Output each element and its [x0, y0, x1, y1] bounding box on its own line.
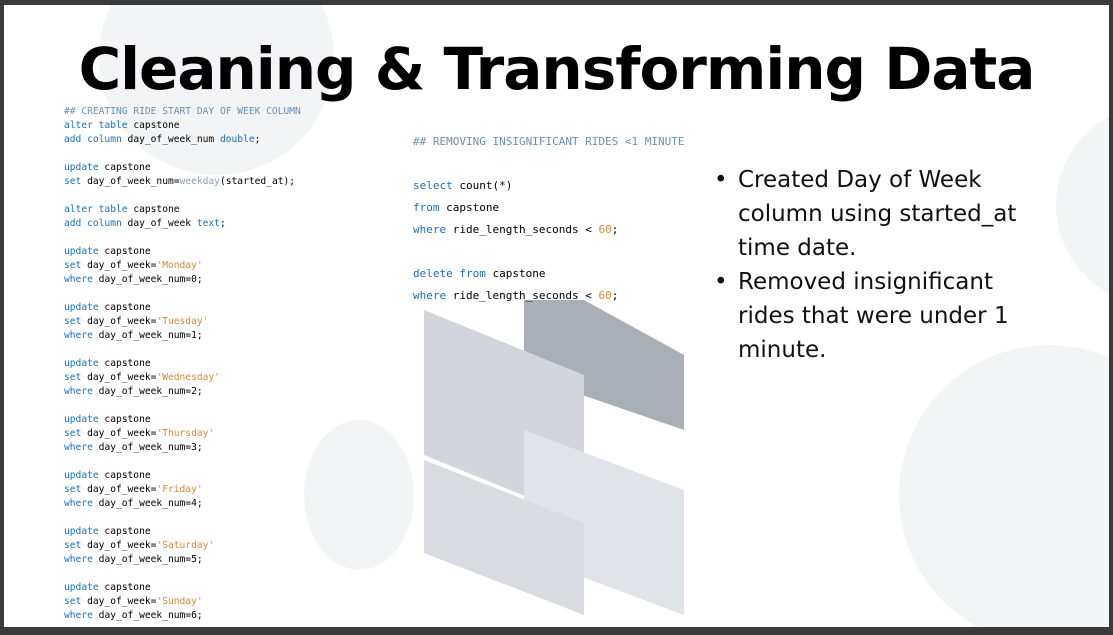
code-keyword: set — [64, 484, 82, 495]
deco-circle-center — [304, 420, 414, 570]
code-string: 'Friday' — [156, 484, 203, 495]
code-text: day_of_week_num=5; — [92, 554, 203, 565]
code-text: day_of_week_num=3; — [92, 442, 203, 453]
code-text: capstone — [439, 201, 500, 214]
code-text: ; — [611, 223, 619, 236]
code-text: capstone — [98, 414, 151, 425]
slide-title: Cleaning & Transforming Data — [78, 35, 1036, 103]
code-text: capstone — [98, 358, 151, 369]
code-number: 60 — [598, 289, 612, 302]
code-keyword: where — [64, 386, 93, 397]
deco-circle-right-top — [1056, 105, 1109, 305]
code-text: day_of_week= — [81, 484, 157, 495]
code-keyword: where — [413, 223, 447, 236]
code-keyword: update — [64, 582, 99, 593]
code-text: day_of_week_num=2; — [92, 386, 203, 397]
code-text: ; — [254, 134, 261, 145]
slide: Cleaning & Transforming Data ## CREATING… — [4, 5, 1109, 627]
code-keyword: alter table — [64, 120, 128, 131]
code-text: (started_at); — [219, 176, 296, 187]
code-keyword: alter table — [64, 204, 128, 215]
code-keyword: set — [64, 176, 82, 187]
code-keyword: update — [64, 414, 99, 425]
code-text: ; — [219, 218, 226, 229]
code-keyword: update — [64, 470, 99, 481]
code-keyword: where — [413, 289, 447, 302]
code-text: capstone — [98, 246, 151, 257]
code-keyword: where — [64, 610, 93, 621]
code-string: 'Thursday' — [156, 428, 215, 439]
code-text: day_of_week_num= — [81, 176, 180, 187]
code-text: capstone — [98, 582, 151, 593]
code-text: capstone — [485, 267, 546, 280]
code-keyword: set — [64, 428, 82, 439]
code-keyword: set — [64, 540, 82, 551]
code-text: capstone — [98, 470, 151, 481]
code-keyword: add column — [64, 218, 122, 229]
code-text: capstone — [127, 204, 180, 215]
code-text: day_of_week= — [81, 316, 157, 327]
code-text: capstone — [127, 120, 180, 131]
code-keyword: set — [64, 260, 82, 271]
code-keyword: set — [64, 596, 82, 607]
code-string: 'Tuesday' — [156, 316, 209, 327]
code-text: capstone — [98, 162, 151, 173]
code-keyword: where — [64, 442, 93, 453]
code-comment: ## CREATING RIDE START DAY OF WEEK COLUM… — [64, 106, 301, 117]
code-keyword: delete from — [413, 267, 486, 280]
code-text: day_of_week_num=4; — [92, 498, 203, 509]
code-text: day_of_week_num=1; — [92, 330, 203, 341]
code-text: ride_length_seconds < — [446, 289, 599, 302]
code-keyword: where — [64, 330, 93, 341]
bullet-item: Created Day of Week column using started… — [714, 163, 1044, 265]
code-block-remove-rides: ## REMOVING INSIGNIFICANT RIDES <1 MINUT… — [413, 131, 685, 307]
code-string: 'Wednesday' — [156, 372, 220, 383]
code-keyword: where — [64, 554, 93, 565]
code-keyword: add column — [64, 134, 122, 145]
code-function: weekday — [179, 176, 220, 187]
code-text: day_of_week= — [81, 372, 157, 383]
code-text: capstone — [98, 302, 151, 313]
code-keyword: set — [64, 316, 82, 327]
code-text: day_of_week_num=6; — [92, 610, 203, 621]
deco-circle-right-bottom — [899, 345, 1109, 627]
code-text: day_of_week= — [81, 596, 157, 607]
code-string: 'Saturday' — [156, 540, 215, 551]
code-text: day_of_week= — [81, 428, 157, 439]
code-text: count(*) — [452, 179, 513, 192]
code-text: ; — [611, 289, 619, 302]
code-block-day-of-week: ## CREATING RIDE START DAY OF WEEK COLUM… — [64, 105, 301, 623]
code-number: 60 — [598, 223, 612, 236]
code-text: day_of_week= — [81, 540, 157, 551]
code-keyword: where — [64, 498, 93, 509]
code-text: day_of_week_num=0; — [92, 274, 203, 285]
code-text: day_of_week_num — [121, 134, 220, 145]
code-keyword: from — [413, 201, 440, 214]
code-type: text — [196, 218, 220, 229]
code-type: double — [219, 134, 255, 145]
code-keyword: update — [64, 246, 99, 257]
code-text: capstone — [98, 526, 151, 537]
code-keyword: select — [413, 179, 453, 192]
code-keyword: update — [64, 302, 99, 313]
code-string: 'Monday' — [156, 260, 203, 271]
code-text: day_of_week= — [81, 260, 157, 271]
bullet-item: Removed insignificant rides that were un… — [714, 265, 1044, 367]
code-keyword: update — [64, 162, 99, 173]
bullet-list: Created Day of Week column using started… — [714, 163, 1044, 367]
deco-stripes — [424, 300, 684, 615]
code-text: day_of_week — [121, 218, 197, 229]
code-keyword: set — [64, 372, 82, 383]
code-comment: ## REMOVING INSIGNIFICANT RIDES <1 MINUT… — [413, 135, 685, 148]
code-text: ride_length_seconds < — [446, 223, 599, 236]
code-keyword: update — [64, 526, 99, 537]
code-keyword: where — [64, 274, 93, 285]
code-string: 'Sunday' — [156, 596, 203, 607]
code-keyword: update — [64, 358, 99, 369]
